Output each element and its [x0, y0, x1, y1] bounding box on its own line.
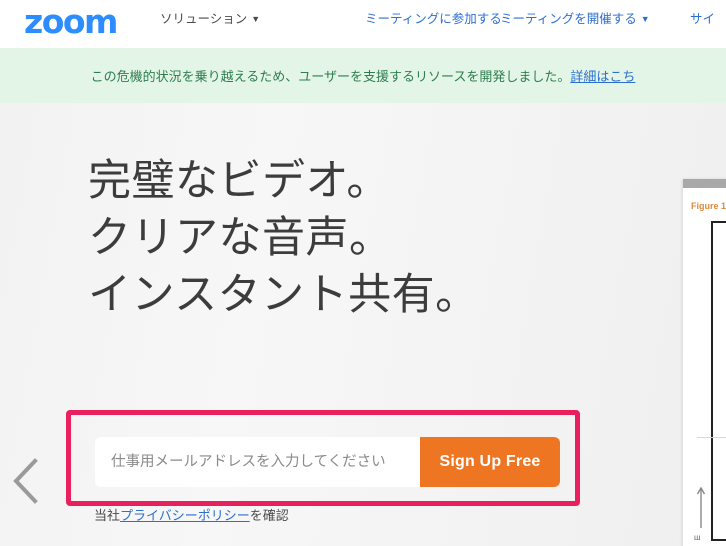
figure-panel-titlebar	[683, 179, 726, 188]
email-input[interactable]	[95, 437, 420, 487]
nav-item-join-meeting-label: ミーティングに参加する	[365, 12, 502, 26]
hero-heading: 完璧なビデオ。 クリアな音声。 インスタント共有。	[88, 157, 479, 319]
chevron-left-icon	[13, 458, 38, 504]
nav-item-join-meeting[interactable]: ミーティングに参加する	[365, 11, 502, 27]
signup-form: Sign Up Free	[95, 437, 560, 487]
arrow-up-icon	[696, 486, 706, 528]
privacy-prefix: 当社	[94, 508, 121, 523]
nav-item-solutions-label: ソリューション	[160, 12, 248, 26]
figure-preview-panel[interactable]: Figure 1 ш	[683, 179, 726, 546]
notice-banner-text: この危機的状況を乗り越えるため、ユーザーを支援するリソースを開発しました。詳細は…	[91, 66, 636, 85]
sign-up-free-button[interactable]: Sign Up Free	[420, 437, 560, 487]
notice-banner-link[interactable]: 詳細はこち	[570, 69, 635, 84]
figure-divider	[697, 437, 726, 438]
carousel-prev-button[interactable]	[8, 455, 46, 507]
figure-label: Figure 1	[691, 201, 726, 211]
notice-banner: この危機的状況を乗り越えるため、ユーザーを支援するリソースを開発しました。詳細は…	[0, 48, 726, 103]
figure-arrow	[695, 484, 707, 530]
privacy-policy-link[interactable]: プライバシーポリシー	[120, 508, 250, 523]
nav-item-sign-in-label: サイ	[690, 12, 716, 26]
chevron-down-icon: ▼	[640, 13, 650, 24]
nav-item-sign-in[interactable]: サイ	[690, 11, 715, 27]
privacy-policy-line: 当社プライバシーポリシーを確認	[94, 505, 289, 524]
nav-item-host-meeting[interactable]: ミーティングを開催する ▼	[500, 11, 650, 28]
nav-item-host-meeting-label: ミーティングを開催する	[500, 12, 637, 26]
top-navigation-bar: zoom ソリューション ▼ ミーティングに参加する ミーティングを開催する ▼ サ…	[0, 0, 726, 48]
hero-section: 完璧なビデオ。 クリアな音声。 インスタント共有。 Sign Up Free 当…	[0, 103, 726, 546]
figure-glyph: ш	[694, 533, 701, 542]
nav-item-solutions[interactable]: ソリューション ▼	[160, 11, 260, 28]
privacy-suffix: を確認	[249, 508, 289, 523]
figure-diagram-frame	[711, 221, 726, 541]
notice-banner-message: この危機的状況を乗り越えるため、ユーザーを支援するリソースを開発しました。	[90, 69, 571, 84]
chevron-down-icon: ▼	[251, 13, 261, 24]
zoom-logo[interactable]: zoom	[24, 4, 118, 40]
